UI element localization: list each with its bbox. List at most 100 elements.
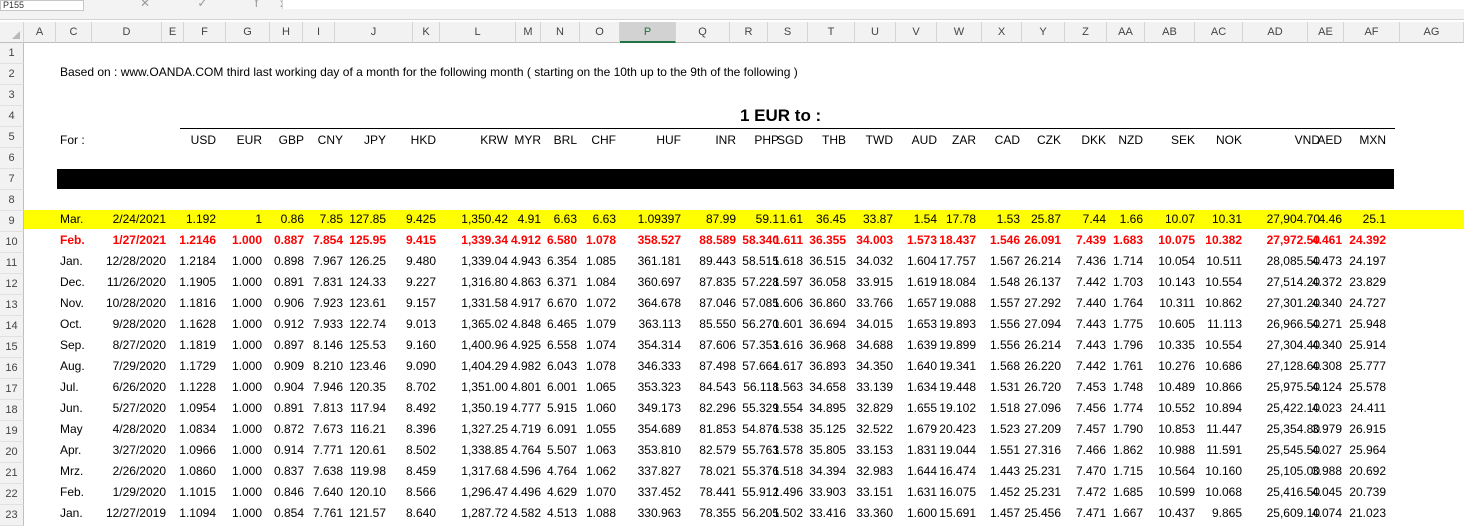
rate-cell-krw[interactable]: 1,296.47 [461,485,508,499]
rate-cell-eur[interactable]: 1 [255,212,262,226]
rate-cell-mxn[interactable]: 25.948 [1349,317,1386,331]
rate-cell-thb[interactable]: 36.968 [809,338,846,352]
rate-cell-hkd[interactable]: 9.090 [406,359,436,373]
rate-cell-thb[interactable]: 34.394 [809,464,846,478]
rate-cell-cny[interactable]: 7.923 [313,296,343,310]
column-header-n[interactable]: N [541,22,580,43]
rate-cell-thb[interactable]: 33.416 [809,506,846,520]
rate-cell-cad[interactable]: 1.457 [990,506,1020,520]
column-header-q[interactable]: Q [676,22,730,43]
rate-cell-thb[interactable]: 36.893 [809,359,846,373]
column-header-r[interactable]: R [730,22,768,43]
date-cell[interactable]: 9/28/2020 [113,317,166,331]
date-cell[interactable]: 11/26/2020 [107,275,166,289]
rate-cell-brl[interactable]: 6.63 [554,212,577,226]
month-cell[interactable]: Jun. [60,401,83,415]
rate-cell-twd[interactable]: 34.015 [856,317,893,331]
column-header-u[interactable]: U [855,22,896,43]
column-header-m[interactable]: M [516,22,541,43]
rate-cell-zar[interactable]: 19.899 [939,338,976,352]
rate-cell-cad[interactable]: 1.567 [990,254,1020,268]
rate-cell-sek[interactable]: 10.276 [1158,359,1195,373]
rate-cell-myr[interactable]: 4.777 [511,401,541,415]
rate-cell-nok[interactable]: 10.382 [1205,233,1242,247]
rate-cell-aed[interactable]: 3.988 [1312,464,1342,478]
rate-cell-twd[interactable]: 34.003 [856,233,893,247]
rate-cell-dkk[interactable]: 7.44 [1083,212,1106,226]
rate-cell-twd[interactable]: 32.522 [856,422,893,436]
rate-cell-mxn[interactable]: 20.692 [1349,464,1386,478]
row-header-18[interactable]: 18 [0,400,24,421]
rate-cell-huf[interactable]: 354.689 [638,422,681,436]
rate-cell-inr[interactable]: 82.296 [699,401,736,415]
rate-cell-gbp[interactable]: 0.912 [274,317,304,331]
rate-cell-jpy[interactable]: 125.95 [349,233,386,247]
rate-cell-nok[interactable]: 10.686 [1205,359,1242,373]
rate-cell-nok[interactable]: 10.866 [1205,380,1242,394]
rate-cell-huf[interactable]: 337.452 [638,485,681,499]
rate-cell-sek[interactable]: 10.853 [1158,422,1195,436]
rate-cell-myr[interactable]: 4.925 [511,338,541,352]
rate-cell-huf[interactable]: 330.963 [638,506,681,520]
rate-cell-sgd[interactable]: 1.597 [773,275,803,289]
rate-cell-thb[interactable]: 36.515 [809,254,846,268]
rate-cell-aud[interactable]: 1.631 [907,485,937,499]
rate-cell-aed[interactable]: 4.372 [1312,275,1342,289]
month-cell[interactable]: Jul. [60,380,79,394]
rate-cell-cny[interactable]: 7.946 [313,380,343,394]
rate-cell-czk[interactable]: 27.292 [1024,296,1061,310]
rate-cell-hkd[interactable]: 9.160 [406,338,436,352]
rate-cell-inr[interactable]: 87.835 [699,275,736,289]
column-header-af[interactable]: AF [1344,22,1400,43]
rate-cell-cny[interactable]: 7.831 [313,275,343,289]
rate-cell-zar[interactable]: 17.757 [939,254,976,268]
rate-cell-krw[interactable]: 1,327.25 [461,422,508,436]
date-cell[interactable]: 12/27/2019 [106,506,166,520]
rate-cell-krw[interactable]: 1,350.19 [461,401,508,415]
rate-cell-czk[interactable]: 26.091 [1024,233,1061,247]
column-header-k[interactable]: K [413,22,440,43]
rate-cell-eur[interactable]: 1.000 [232,233,262,247]
rate-cell-cad[interactable]: 1.546 [990,233,1020,247]
rate-cell-mxn[interactable]: 25.578 [1349,380,1386,394]
rate-cell-aed[interactable]: 4.461 [1312,233,1342,247]
rate-cell-aed[interactable]: 4.074 [1312,506,1342,520]
date-cell[interactable]: 1/27/2021 [113,233,166,247]
rate-cell-myr[interactable]: 4.982 [511,359,541,373]
rate-cell-jpy[interactable]: 127.85 [349,212,386,226]
rate-cell-dkk[interactable]: 7.442 [1076,275,1106,289]
rate-cell-inr[interactable]: 89.443 [699,254,736,268]
rate-cell-chf[interactable]: 1.078 [586,359,616,373]
rate-cell-sgd[interactable]: 1.617 [773,359,803,373]
rate-cell-cny[interactable]: 7.854 [313,233,343,247]
rate-cell-usd[interactable]: 1.2146 [179,233,216,247]
rate-cell-mxn[interactable]: 25.777 [1349,359,1386,373]
rate-cell-cny[interactable]: 7.673 [313,422,343,436]
rate-cell-nzd[interactable]: 1.683 [1113,233,1143,247]
rate-cell-aud[interactable]: 1.634 [907,380,937,394]
rate-cell-huf[interactable]: 346.333 [638,359,681,373]
rate-cell-czk[interactable]: 26.720 [1024,380,1061,394]
rate-cell-sek[interactable]: 10.311 [1159,296,1195,310]
rate-cell-huf[interactable]: 349.173 [638,401,681,415]
rate-cell-chf[interactable]: 1.070 [586,485,616,499]
rate-cell-nzd[interactable]: 1.703 [1113,275,1143,289]
row-header-19[interactable]: 19 [0,421,24,442]
row-header-4[interactable]: 4 [0,106,24,127]
rate-cell-sek[interactable]: 10.988 [1158,443,1195,457]
rate-cell-brl[interactable]: 4.513 [547,506,577,520]
rate-cell-brl[interactable]: 6.580 [547,233,577,247]
row-header-21[interactable]: 21 [0,463,24,484]
rate-cell-brl[interactable]: 6.465 [547,317,577,331]
rate-cell-nok[interactable]: 11.591 [1206,443,1242,457]
rate-cell-krw[interactable]: 1,331.58 [461,296,508,310]
month-cell[interactable]: Mar. [60,212,83,226]
rate-cell-gbp[interactable]: 0.904 [274,380,304,394]
date-cell[interactable]: 3/27/2020 [113,443,166,457]
rate-cell-brl[interactable]: 6.091 [547,422,577,436]
row-header-22[interactable]: 22 [0,484,24,505]
rate-cell-nzd[interactable]: 1.796 [1113,338,1143,352]
rate-cell-brl[interactable]: 6.371 [547,275,577,289]
row-header-14[interactable]: 14 [0,316,24,337]
rate-cell-hkd[interactable]: 8.502 [406,443,436,457]
